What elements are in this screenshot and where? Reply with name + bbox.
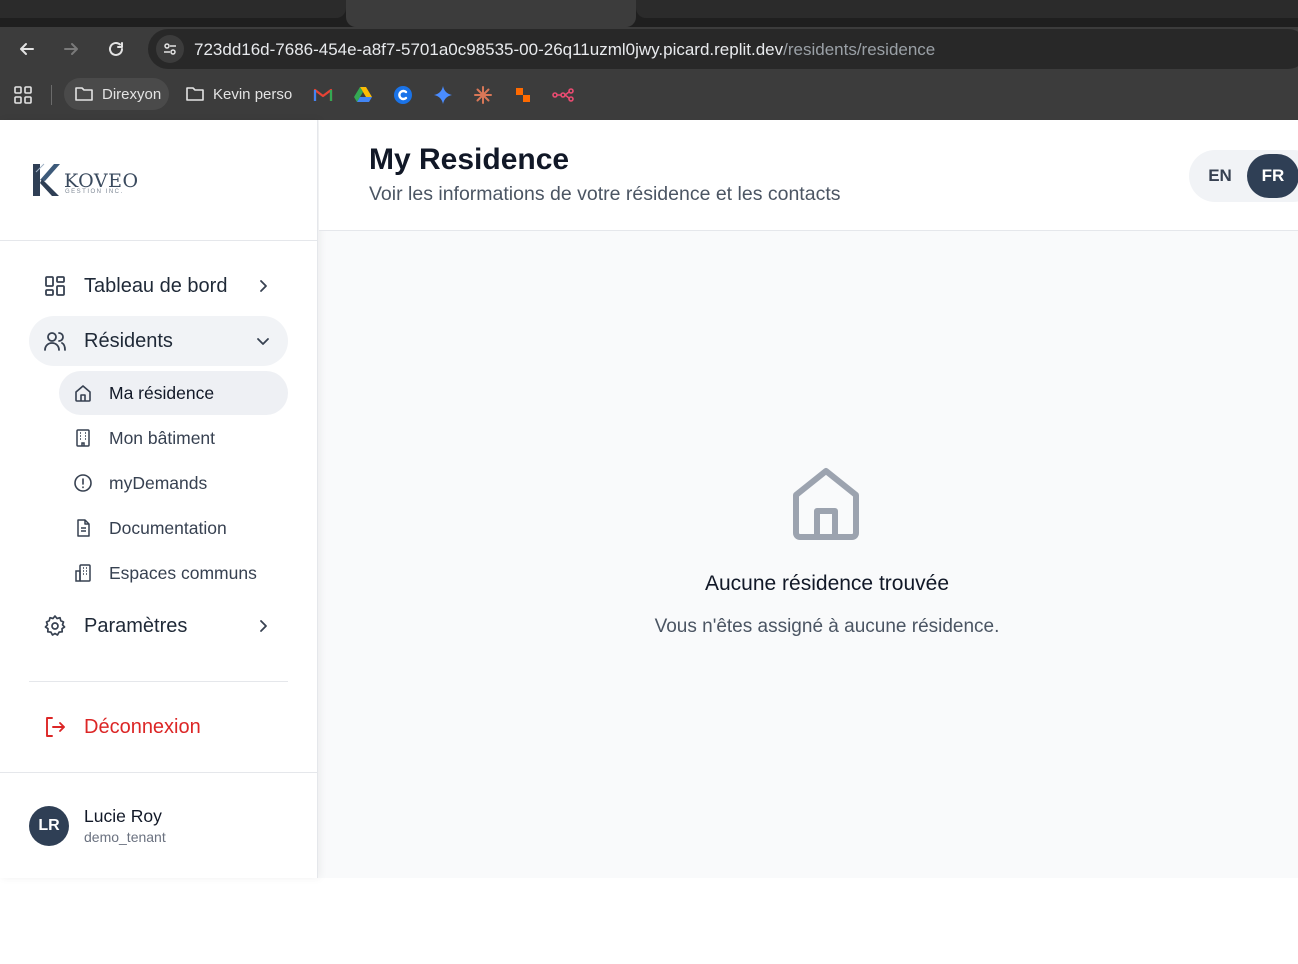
bookmark-folder-kevin-perso[interactable]: Kevin perso bbox=[185, 78, 292, 110]
bookmark-folder-direxyon[interactable]: Direxyon bbox=[64, 78, 170, 110]
url-path: /residents/residence bbox=[783, 40, 936, 59]
home-icon bbox=[75, 385, 91, 402]
address-bar[interactable]: 723dd16d-7686-454e-a8f7-5701a0c98535-00-… bbox=[148, 29, 1298, 69]
building-icon bbox=[76, 429, 90, 447]
sidebar-subitem-documentation[interactable]: Documentation bbox=[59, 506, 288, 550]
gemini-icon[interactable] bbox=[432, 84, 454, 106]
sidebar-subitem-residence[interactable]: Ma résidence bbox=[59, 371, 288, 415]
language-switcher: EN FR bbox=[1189, 150, 1298, 202]
page-title: My Residence bbox=[369, 143, 570, 176]
sidebar-item-settings[interactable]: Paramètres bbox=[29, 601, 288, 651]
sidebar-subitem-common-spaces[interactable]: Espaces communs bbox=[59, 551, 288, 595]
empty-state-message: Vous n'êtes assigné à aucune résidence. bbox=[654, 616, 1000, 637]
sidebar-item-label: Tableau de bord bbox=[84, 275, 228, 297]
url-text[interactable]: 723dd16d-7686-454e-a8f7-5701a0c98535-00-… bbox=[194, 40, 935, 60]
user-role: demo_tenant bbox=[84, 829, 166, 845]
buildings-icon bbox=[75, 564, 91, 582]
sidebar-subitem-label: Documentation bbox=[109, 518, 227, 538]
sidebar-subitem-demands[interactable]: myDemands bbox=[59, 461, 288, 505]
tune-icon bbox=[164, 43, 176, 55]
language-fr-button[interactable]: FR bbox=[1247, 154, 1298, 198]
reload-button[interactable] bbox=[102, 35, 130, 63]
chevron-right-icon bbox=[260, 280, 267, 292]
chevron-down-icon bbox=[257, 338, 269, 345]
sidebar-item-label: Paramètres bbox=[84, 615, 188, 637]
document-icon bbox=[77, 519, 90, 537]
sidebar-subitem-label: Espaces communs bbox=[109, 563, 257, 583]
browser-toolbar: 723dd16d-7686-454e-a8f7-5701a0c98535-00-… bbox=[0, 27, 1298, 70]
site-info-button[interactable] bbox=[156, 35, 184, 63]
app-root: KOVEO GESTION INC. Tableau de bord Résid… bbox=[0, 120, 1298, 878]
koveo-logo-mark bbox=[33, 163, 60, 196]
language-en-button[interactable]: EN bbox=[1197, 154, 1243, 198]
logout-label: Déconnexion bbox=[84, 716, 201, 738]
empty-state: Aucune résidence trouvée Vous n'êtes ass… bbox=[319, 231, 1298, 878]
url-host: 723dd16d-7686-454e-a8f7-5701a0c98535-00-… bbox=[194, 40, 784, 59]
page-subtitle: Voir les informations de votre résidence… bbox=[369, 183, 841, 205]
bookmark-label: Kevin perso bbox=[213, 85, 293, 103]
reload-icon bbox=[109, 41, 123, 56]
gmail-icon[interactable] bbox=[312, 84, 334, 106]
logo-subtitle: GESTION INC. bbox=[65, 189, 124, 195]
browser-tab-active[interactable] bbox=[346, 0, 636, 27]
browser-tab-strip bbox=[0, 0, 1298, 27]
dashboard-grid-icon bbox=[45, 276, 65, 296]
bookmark-label: Direxyon bbox=[102, 85, 162, 103]
forward-button[interactable] bbox=[57, 35, 85, 63]
sidebar-divider bbox=[29, 681, 288, 682]
c-icon[interactable] bbox=[392, 84, 414, 106]
chevron-right-icon bbox=[260, 620, 267, 632]
sidebar-subitem-label: Mon bâtiment bbox=[109, 428, 216, 448]
sidebar: KOVEO GESTION INC. Tableau de bord Résid… bbox=[0, 120, 318, 878]
user-name: Lucie Roy bbox=[84, 806, 162, 826]
bookmark-separator bbox=[51, 85, 52, 105]
browser-tab[interactable] bbox=[636, 0, 1298, 18]
page-header: My Residence Voir les informations de vo… bbox=[319, 120, 1298, 231]
sidebar-item-dashboard[interactable]: Tableau de bord bbox=[29, 261, 288, 311]
logout-icon bbox=[46, 717, 65, 737]
sidebar-divider bbox=[0, 772, 318, 773]
back-button[interactable] bbox=[13, 35, 41, 63]
bookmarks-bar: Direxyon Kevin perso bbox=[0, 70, 1298, 120]
sidebar-subitem-label: myDemands bbox=[109, 473, 208, 493]
zapier-icon[interactable] bbox=[512, 84, 534, 106]
arrow-right-icon bbox=[64, 43, 78, 55]
apps-grid-icon[interactable] bbox=[12, 84, 34, 106]
folder-icon bbox=[186, 87, 204, 101]
google-drive-icon[interactable] bbox=[352, 84, 374, 106]
sidebar-item-residents[interactable]: Résidents bbox=[29, 316, 288, 366]
browser-tab[interactable] bbox=[0, 0, 346, 18]
avatar: LR bbox=[29, 806, 69, 846]
claude-icon[interactable] bbox=[472, 84, 494, 106]
sidebar-subitem-building[interactable]: Mon bâtiment bbox=[59, 416, 288, 460]
sidebar-subitem-label: Ma résidence bbox=[109, 383, 215, 403]
home-icon bbox=[793, 468, 859, 540]
sidebar-divider bbox=[0, 240, 318, 241]
n8n-icon[interactable] bbox=[552, 84, 574, 106]
arrow-left-icon bbox=[20, 43, 34, 55]
sidebar-item-label: Résidents bbox=[84, 330, 173, 352]
users-icon bbox=[44, 332, 66, 351]
gear-icon bbox=[44, 615, 66, 636]
logout-button[interactable]: Déconnexion bbox=[29, 702, 288, 752]
empty-state-title: Aucune résidence trouvée bbox=[705, 572, 949, 595]
folder-icon bbox=[75, 87, 93, 101]
alert-circle-icon bbox=[74, 474, 92, 492]
